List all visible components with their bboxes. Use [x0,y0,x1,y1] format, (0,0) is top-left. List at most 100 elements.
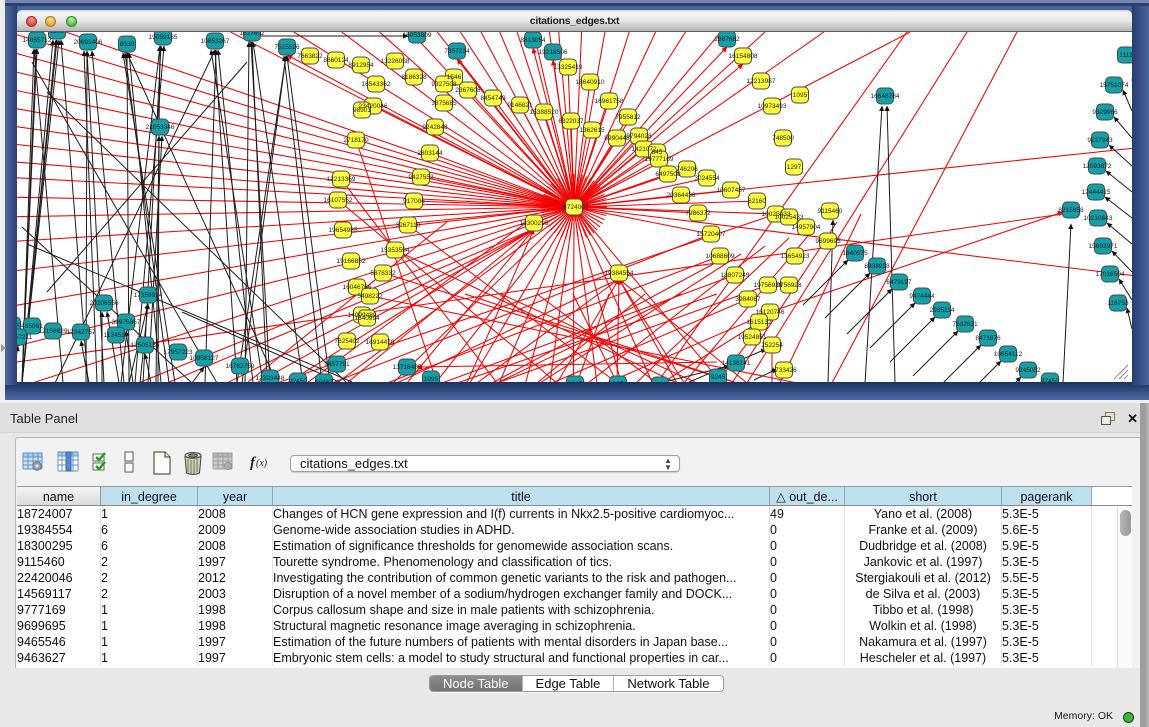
svg-text:9329966: 9329966 [1092,109,1118,116]
svg-text:1640975: 1640975 [842,250,868,257]
svg-text:19218506: 19218506 [539,49,568,56]
svg-text:20206556: 20206556 [90,300,119,307]
svg-text:3267110: 3267110 [396,222,421,229]
svg-text:9115460: 9115460 [818,208,843,215]
svg-text:12213987: 12213987 [747,78,776,85]
svg-text:7357234: 7357234 [444,48,470,55]
svg-text:7986372: 7986372 [685,210,711,217]
svg-text:8454749: 8454749 [480,95,506,102]
svg-text:9699695: 9699695 [815,238,841,245]
svg-text:8813054: 8813054 [520,37,546,44]
svg-text:19059135: 19059135 [149,34,178,41]
svg-text:16648784: 16648784 [871,93,900,100]
svg-text:7663822: 7663822 [297,53,323,60]
svg-text:62160: 62160 [748,198,766,205]
svg-text:16120746: 16120746 [756,309,785,316]
svg-text:12342757: 12342757 [67,329,96,336]
svg-text:2367608: 2367608 [455,87,481,94]
svg-text:10654: 10654 [609,381,627,382]
svg-text:19524851: 19524851 [738,334,767,341]
svg-text:2935114: 2935114 [930,307,955,314]
svg-text:9474444: 9474444 [909,293,935,300]
svg-text:13325419: 13325419 [554,64,583,71]
svg-text:8938928: 8938928 [864,263,890,270]
svg-text:8186328: 8186328 [401,74,427,81]
svg-text:8530: 8530 [120,41,135,48]
svg-text:12323448: 12323448 [256,375,285,382]
svg-text:18807249: 18807249 [721,272,750,279]
svg-text:5878332: 5878332 [370,270,396,277]
svg-text:917006: 917006 [403,198,425,205]
svg-text:9146821: 9146821 [507,102,533,109]
svg-text:20691406: 20691406 [74,39,103,46]
svg-text:13654923: 13654923 [781,253,810,260]
svg-text:1362615: 1362615 [579,127,605,134]
svg-text:1527602: 1527602 [239,32,265,37]
svg-text:7515526: 7515526 [274,44,300,51]
svg-text:12093872: 12093872 [1083,163,1112,170]
svg-text:16046766: 16046766 [343,284,372,291]
svg-text:8912954: 8912954 [348,62,374,69]
svg-text:252254: 252254 [761,342,783,349]
svg-text:21053346: 21053346 [146,124,175,131]
svg-text:9242848: 9242848 [422,124,448,131]
svg-text:8471676: 8471676 [975,335,1001,342]
svg-text:7955812: 7955812 [615,114,641,121]
svg-text:18724007: 18724007 [560,204,589,211]
svg-text:18640910: 18640910 [576,79,605,86]
svg-text:1103: 1103 [50,32,64,35]
svg-text:19654985: 19654985 [329,227,358,234]
svg-text:10462: 10462 [315,379,333,382]
svg-text:8660124: 8660124 [323,57,349,64]
svg-text:14957904: 14957904 [792,224,821,231]
svg-text:39975867: 39975867 [112,319,141,326]
svg-text:16543362: 16543362 [362,81,391,88]
svg-text:16154808: 16154808 [729,53,758,60]
svg-text:8215958: 8215958 [1058,207,1084,214]
svg-text:746206: 746206 [676,166,698,173]
svg-text:9794028: 9794028 [626,133,652,140]
svg-text:1095: 1095 [793,92,808,99]
svg-text:10688609: 10688609 [706,253,735,260]
svg-text:39157211: 39157211 [17,334,33,341]
svg-text:1733426: 1733426 [771,367,797,374]
svg-text:13226058: 13226058 [381,58,410,65]
svg-text:19777169: 19777169 [645,156,674,163]
svg-text:748500: 748500 [772,135,794,142]
svg-text:15692971: 15692971 [1089,243,1118,250]
svg-text:92450: 92450 [289,378,307,382]
svg-text:10210643: 10210643 [1084,215,1113,222]
svg-text:845: 845 [652,149,663,156]
svg-text:19166852: 19166852 [337,258,366,265]
svg-text:18300295: 18300295 [520,220,549,227]
svg-text:17957223: 17957223 [164,349,193,356]
svg-text:15388520: 15388520 [530,109,559,116]
svg-text:7632621: 7632621 [952,321,978,328]
svg-text:16914479: 16914479 [366,339,395,346]
svg-text:2718170: 2718170 [343,137,369,144]
svg-text:3024554: 3024554 [694,175,720,182]
svg-text:1095: 1095 [424,376,439,382]
svg-text:1134519: 1134519 [104,332,129,339]
svg-text:9427552: 9427552 [408,174,434,181]
svg-text:15353594: 15353594 [381,247,410,254]
svg-text:15751074: 15751074 [1100,82,1129,89]
svg-text:5498222: 5498222 [357,293,383,300]
svg-text:19384554: 19384554 [605,270,634,277]
svg-text:13716485: 13716485 [393,364,422,371]
svg-text:9245052: 9245052 [1015,367,1041,374]
svg-text:6479197: 6479197 [886,279,912,286]
svg-text:9756928: 9756928 [776,282,802,289]
svg-text:14136141: 14136141 [722,360,751,367]
svg-text:15720407: 15720407 [697,231,726,238]
svg-text:1640994: 1640994 [354,315,380,322]
svg-text:14055712: 14055712 [23,37,52,44]
svg-text:3984067: 3984067 [735,296,761,303]
svg-text:12505135: 12505135 [131,342,160,349]
svg-text:17016504: 17016504 [1096,271,1125,278]
svg-text:9245: 9245 [711,374,726,381]
svg-text:6322037: 6322037 [558,118,584,125]
svg-text:10958127: 10958127 [190,355,219,362]
svg-text:7625402: 7625402 [334,338,360,345]
svg-text:2803144: 2803144 [417,150,443,157]
